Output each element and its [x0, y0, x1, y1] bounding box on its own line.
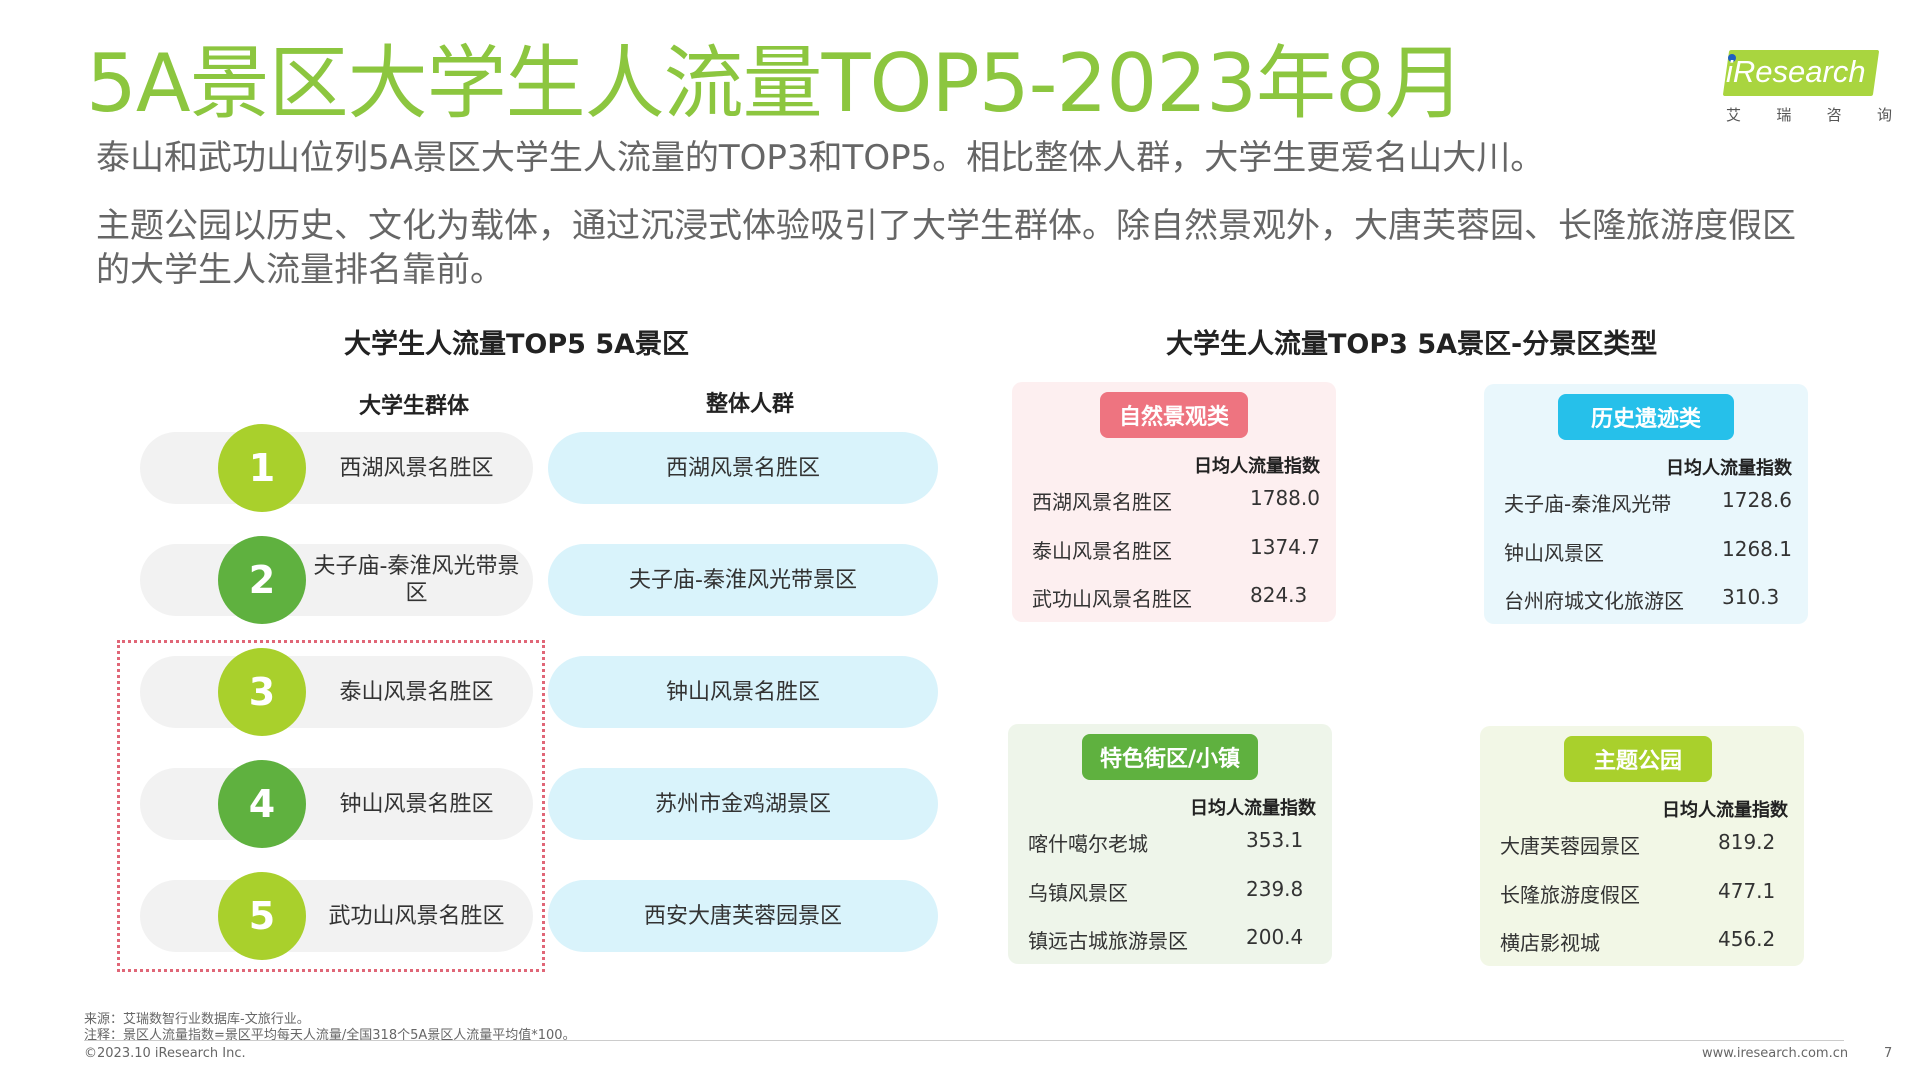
scenic-name: 西湖风景名胜区 — [1032, 490, 1172, 514]
scenic-name: 台州府城文化旅游区 — [1504, 589, 1684, 613]
footer-site: www.iresearch.com.cn — [1702, 1046, 1849, 1061]
index-label: 日均人流量指数 — [1662, 800, 1788, 821]
subtitle-1: 泰山和武功山位列5A景区大学生人流量的TOP3和TOP5。相比整体人群，大学生更… — [96, 138, 1545, 178]
category-row: 喀什噶尔老城 353.1 — [1028, 828, 1316, 858]
scenic-name: 乌镇风景区 — [1028, 881, 1128, 905]
scenic-name: 长隆旅游度假区 — [1500, 883, 1640, 907]
flow-index-value: 824.3 — [1250, 583, 1308, 607]
footer-copyright: ©2023.10 iResearch Inc. — [84, 1046, 246, 1061]
category-row: 横店影视城 456.2 — [1500, 927, 1788, 957]
right-section-heading: 大学生人流量TOP3 5A景区-分景区类型 — [1166, 329, 1658, 360]
category-badge: 自然景观类 — [1100, 392, 1248, 438]
category-row: 台州府城文化旅游区 310.3 — [1504, 585, 1792, 615]
rank-badge: 2 — [218, 536, 306, 624]
overall-scenic-name: 西安大唐芙蓉园景区 — [548, 880, 938, 952]
category-row: 夫子庙-秦淮风光带 1728.6 — [1504, 488, 1792, 518]
left-section-heading: 大学生人流量TOP5 5A景区 — [344, 329, 690, 360]
flow-index-value: 819.2 — [1718, 830, 1776, 854]
category-row: 武功山风景名胜区 824.3 — [1032, 583, 1320, 613]
page-title: 5A景区大学生人流量TOP5-2023年8月 — [86, 37, 1465, 130]
rank-badge: 1 — [218, 424, 306, 512]
flow-index-value: 1728.6 — [1722, 488, 1792, 512]
footer-divider — [84, 1040, 1844, 1041]
student-scenic-name: 西湖风景名胜区 — [339, 455, 494, 481]
index-label: 日均人流量指数 — [1190, 798, 1316, 819]
overall-scenic-name: 夫子庙-秦淮风光带景区 — [548, 544, 938, 616]
overall-scenic-name: 苏州市金鸡湖景区 — [548, 768, 938, 840]
flow-index-value: 200.4 — [1246, 925, 1304, 949]
scenic-name: 大唐芙蓉园景区 — [1500, 834, 1640, 858]
category-row: 西湖风景名胜区 1788.0 — [1032, 486, 1320, 516]
category-row: 镇远古城旅游景区 200.4 — [1028, 925, 1316, 955]
index-label: 日均人流量指数 — [1666, 458, 1792, 479]
logo-cn: 艾 瑞 咨 询 — [1726, 104, 1892, 125]
col-head-overall: 整体人群 — [705, 392, 794, 417]
subtitle-2: 主题公园以历史、文化为载体，通过沉浸式体验吸引了大学生群体。除自然景观外，大唐芙… — [96, 206, 1796, 290]
category-card: 特色街区/小镇日均人流量指数喀什噶尔老城 353.1 乌镇风景区 239.8 镇远古城旅… — [1008, 724, 1332, 964]
flow-index-value: 1788.0 — [1250, 486, 1320, 510]
scenic-name: 镇远古城旅游景区 — [1028, 929, 1188, 953]
scenic-name: 喀什噶尔老城 — [1028, 832, 1148, 856]
logo-cn-char: 询 — [1876, 106, 1892, 124]
flow-index-value: 477.1 — [1718, 879, 1776, 903]
student-rank-pill: 1 西湖风景名胜区 — [140, 424, 533, 512]
student-scenic-name: 夫子庙-秦淮风光带景区 — [313, 554, 520, 606]
flow-index-value: 456.2 — [1718, 927, 1776, 951]
scenic-name: 夫子庙-秦淮风光带 — [1504, 492, 1672, 516]
overall-scenic-name: 钟山风景名胜区 — [548, 656, 938, 728]
category-row: 钟山风景区 1268.1 — [1504, 537, 1792, 567]
category-card: 历史遗迹类日均人流量指数夫子庙-秦淮风光带 1728.6 钟山风景区 1268.1 台州… — [1484, 384, 1808, 624]
col-head-students: 大学生群体 — [358, 394, 469, 419]
overall-scenic-name: 西湖风景名胜区 — [548, 432, 938, 504]
category-badge: 主题公园 — [1564, 736, 1712, 782]
logo-text: iResearch — [1726, 54, 1866, 89]
flow-index-value: 353.1 — [1246, 828, 1304, 852]
scenic-name: 横店影视城 — [1500, 931, 1600, 955]
category-badge: 特色街区/小镇 — [1082, 734, 1258, 780]
flow-index-value: 1374.7 — [1250, 535, 1320, 559]
scenic-name: 钟山风景区 — [1504, 541, 1604, 565]
category-card: 主题公园日均人流量指数大唐芙蓉园景区 819.2 长隆旅游度假区 477.1 横店影视城… — [1480, 726, 1804, 966]
category-badge: 历史遗迹类 — [1558, 394, 1734, 440]
scenic-name: 泰山风景名胜区 — [1032, 539, 1172, 563]
flow-index-value: 239.8 — [1246, 877, 1304, 901]
iresearch-logo: iResearch 艾 瑞 咨 询 — [1722, 50, 1892, 126]
logo-cn-char: 艾 — [1726, 106, 1742, 124]
flow-index-value: 310.3 — [1722, 585, 1780, 609]
category-row: 乌镇风景区 239.8 — [1028, 877, 1316, 907]
student-rank-pill: 2 夫子庙-秦淮风光带景区 — [140, 536, 533, 624]
category-row: 长隆旅游度假区 477.1 — [1500, 879, 1788, 909]
category-card: 自然景观类日均人流量指数西湖风景名胜区 1788.0 泰山风景名胜区 1374.7 武功… — [1012, 382, 1336, 622]
index-label: 日均人流量指数 — [1194, 456, 1320, 477]
logo-cn-char: 咨 — [1826, 106, 1842, 124]
category-row: 泰山风景名胜区 1374.7 — [1032, 535, 1320, 565]
page-number: 7 — [1884, 1046, 1893, 1061]
logo-cn-char: 瑞 — [1776, 106, 1792, 124]
category-row: 大唐芙蓉园景区 819.2 — [1500, 830, 1788, 860]
scenic-name: 武功山风景名胜区 — [1032, 587, 1192, 611]
highlight-box — [117, 640, 545, 972]
flow-index-value: 1268.1 — [1722, 537, 1792, 561]
